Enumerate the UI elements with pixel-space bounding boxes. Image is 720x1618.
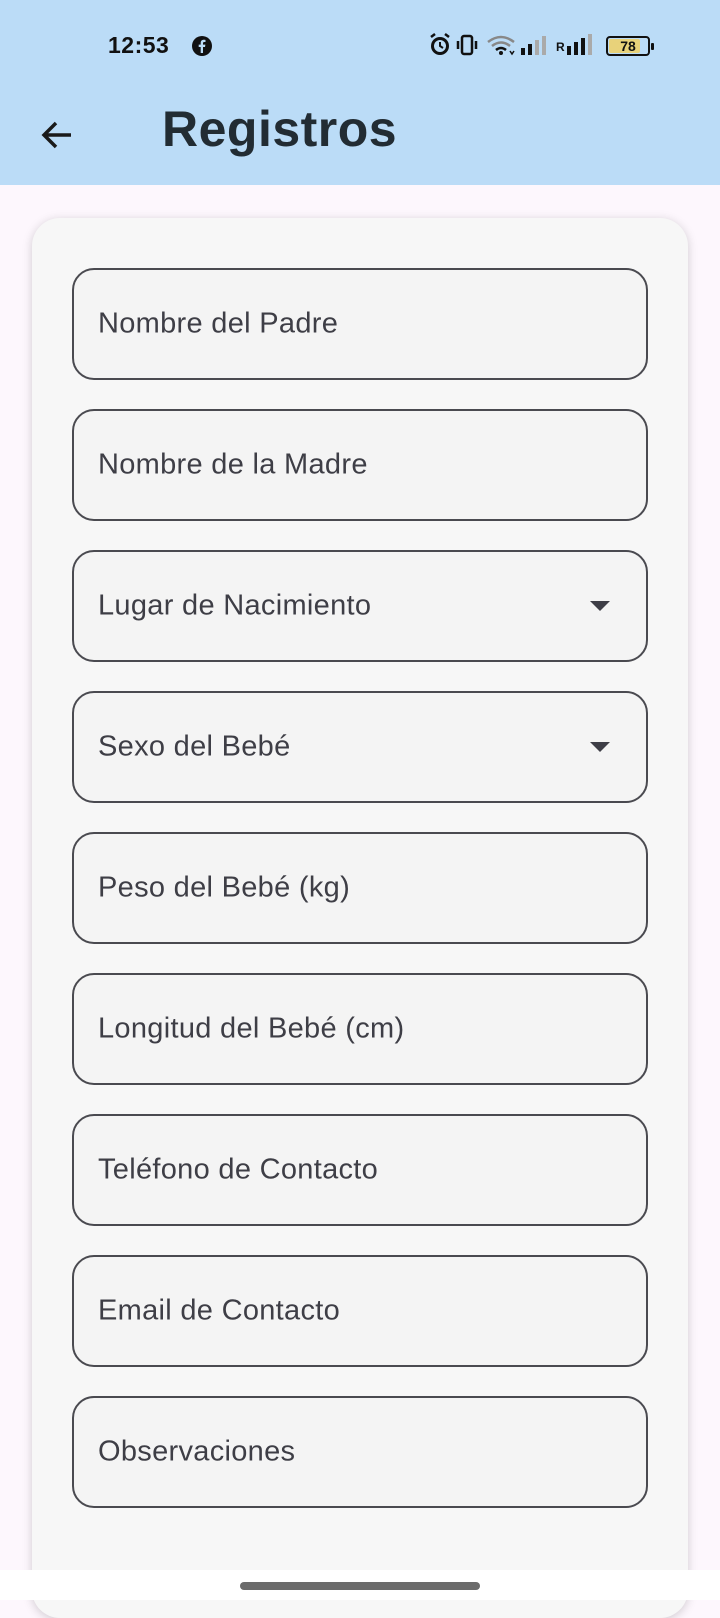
- page-title: Registros: [162, 101, 398, 157]
- dropdown-arrow-icon: [590, 742, 610, 752]
- battery-icon: 78: [606, 36, 654, 56]
- birthplace-dropdown[interactable]: Lugar de Nacimiento: [72, 550, 648, 662]
- baby-sex-dropdown[interactable]: Sexo del Bebé: [72, 691, 648, 803]
- roaming-label: R: [556, 40, 565, 54]
- field-label: Email de Contacto: [98, 1294, 341, 1327]
- field-label: Nombre de la Madre: [98, 448, 368, 481]
- signal-roaming-icon: [567, 34, 592, 55]
- gesture-nav-area: [0, 1570, 720, 1600]
- signal-icon: [521, 36, 546, 55]
- contact-phone-field[interactable]: Teléfono de Contacto: [72, 1114, 648, 1226]
- baby-length-field[interactable]: Longitud del Bebé (cm): [72, 973, 648, 1085]
- battery-level: 78: [620, 38, 636, 54]
- dropdown-arrow-icon: [590, 601, 610, 611]
- father-name-field[interactable]: Nombre del Padre: [72, 268, 648, 380]
- contact-email-field[interactable]: Email de Contacto: [72, 1255, 648, 1367]
- field-label: Observaciones: [98, 1435, 296, 1468]
- facebook-icon: [192, 36, 212, 56]
- status-bar: 12:53 R 78: [0, 0, 720, 90]
- form-card: Nombre del Padre Nombre de la Madre Luga…: [32, 218, 688, 1618]
- status-time: 12:53: [108, 32, 170, 58]
- app-bar: Registros: [0, 90, 720, 185]
- vibrate-icon: [456, 34, 478, 56]
- mother-name-field[interactable]: Nombre de la Madre: [72, 409, 648, 521]
- field-label: Peso del Bebé (kg): [98, 871, 351, 904]
- wifi-icon: [487, 35, 515, 56]
- field-label: Lugar de Nacimiento: [98, 589, 372, 622]
- baby-weight-field[interactable]: Peso del Bebé (kg): [72, 832, 648, 944]
- field-label: Sexo del Bebé: [98, 730, 291, 763]
- field-label: Longitud del Bebé (cm): [98, 1012, 405, 1045]
- gesture-nav-handle[interactable]: [240, 1582, 480, 1590]
- field-label: Teléfono de Contacto: [98, 1153, 379, 1186]
- arrow-left-icon: [41, 121, 71, 149]
- field-label: Nombre del Padre: [98, 307, 339, 340]
- observations-field[interactable]: Observaciones: [72, 1396, 648, 1508]
- back-button[interactable]: [30, 108, 84, 162]
- alarm-icon: [430, 33, 450, 55]
